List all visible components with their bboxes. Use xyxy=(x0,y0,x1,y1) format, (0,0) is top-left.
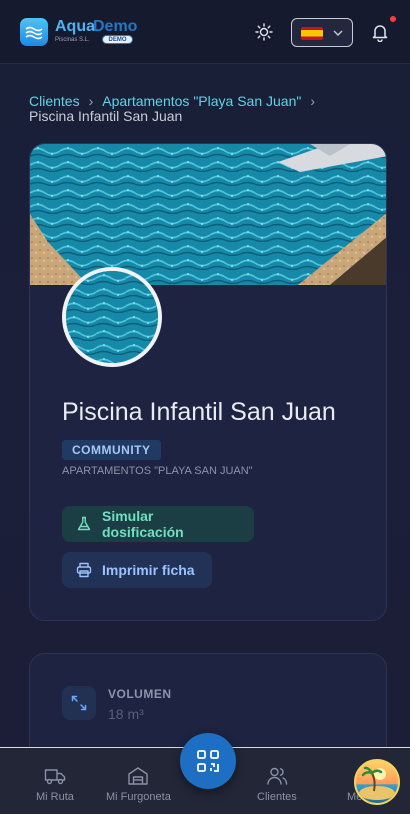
pool-avatar[interactable] xyxy=(62,267,162,367)
brand-subtitle: Piscinas S.L. xyxy=(55,37,90,43)
volume-value: 18 m³ xyxy=(108,706,144,722)
nav-mi-ruta[interactable]: Mi Ruta xyxy=(36,766,74,803)
bell-icon xyxy=(372,25,388,43)
pool-card: Piscina Infantil San Juan COMMUNITY APAR… xyxy=(29,143,387,621)
app-header: Aqua Demo Piscinas S.L. DEMO xyxy=(0,0,410,64)
print-sheet-button[interactable]: Imprimir ficha xyxy=(62,552,212,588)
warehouse-icon xyxy=(128,767,149,785)
nav-mi-ruta-label: Mi Ruta xyxy=(36,791,74,803)
theme-toggle-button[interactable] xyxy=(254,22,274,42)
chevron-down-icon xyxy=(333,30,343,36)
demo-badge: DEMO xyxy=(102,35,133,44)
breadcrumb-separator: › xyxy=(88,93,94,109)
pool-name: Piscina Infantil San Juan xyxy=(62,398,336,426)
brand-name-secondary: Demo xyxy=(93,18,138,35)
spain-flag-icon xyxy=(301,27,323,40)
printer-icon xyxy=(76,562,92,578)
nav-clientes[interactable]: Clientes xyxy=(257,766,297,803)
notifications-button[interactable] xyxy=(370,22,390,43)
print-sheet-label: Imprimir ficha xyxy=(102,562,195,578)
language-selector[interactable] xyxy=(291,18,353,47)
brand-name: Aqua xyxy=(55,18,95,35)
pool-client-name: APARTAMENTOS "PLAYA SAN JUAN" xyxy=(62,465,253,477)
breadcrumb-separator: › xyxy=(310,93,315,109)
simulate-dosing-button[interactable]: Simular dosificación xyxy=(62,506,254,542)
simulate-dosing-label: Simular dosificación xyxy=(102,508,184,540)
qr-scan-button[interactable] xyxy=(180,733,236,789)
expand-icon xyxy=(62,686,96,720)
nav-mi-furgoneta-label: Mi Furgoneta xyxy=(106,791,171,803)
nav-mi-furgoneta[interactable]: Mi Furgoneta xyxy=(106,766,171,803)
users-icon xyxy=(267,767,288,785)
truck-icon xyxy=(44,769,66,785)
volume-label: VOLUMEN xyxy=(108,687,172,701)
breadcrumb-current: Piscina Infantil San Juan xyxy=(29,108,183,124)
qr-code-icon xyxy=(197,750,219,772)
pool-cover-image xyxy=(30,144,386,285)
breadcrumb-apartamentos[interactable]: Apartamentos "Playa San Juan" xyxy=(102,93,301,109)
notification-dot xyxy=(390,16,396,22)
nav-clientes-label: Clientes xyxy=(257,791,297,803)
sun-icon xyxy=(255,23,273,41)
logo-icon[interactable] xyxy=(20,18,48,46)
flask-icon xyxy=(77,516,91,531)
assistant-avatar-button[interactable] xyxy=(354,759,400,805)
breadcrumb: Clientes › Apartamentos "Playa San Juan" › … xyxy=(29,94,379,124)
pool-type-badge: COMMUNITY xyxy=(62,440,161,460)
breadcrumb-clientes[interactable]: Clientes xyxy=(29,93,80,109)
